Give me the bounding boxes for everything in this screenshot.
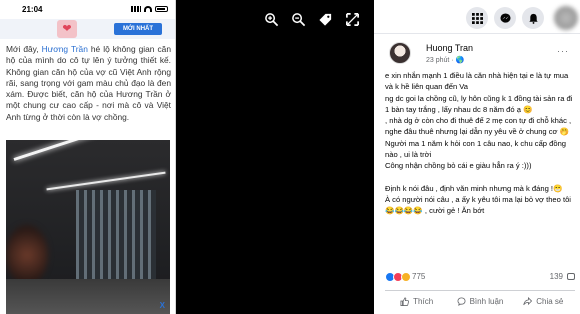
zoom-out-icon[interactable] <box>291 12 306 27</box>
like-label: Thích <box>413 297 434 306</box>
article-part: hé lộ không gian căn hộ của mình do cô t… <box>6 44 171 122</box>
battery-icon <box>155 6 168 12</box>
share-icon <box>523 297 533 306</box>
article-part: Mới đây, <box>6 44 42 54</box>
post-line: Người ma 1 năm k hỏi con 1 câu nao, k ch… <box>385 138 567 160</box>
post-line: Định k nói đâu , định văn minh nhưng mà … <box>385 183 563 193</box>
share-button[interactable]: Chia sẻ <box>512 291 575 312</box>
phone-status-bar: 21:04 <box>0 0 175 18</box>
facebook-topbar <box>374 0 580 34</box>
menu-grid-icon[interactable] <box>466 7 488 29</box>
comment-icon <box>457 297 466 306</box>
post-body: e xin nhắn mạnh 1 điều là căn nhà hiện t… <box>385 70 577 217</box>
post-timestamp[interactable]: 23 phút · 🌎 <box>426 56 464 64</box>
comment-count[interactable]: 139 <box>550 272 563 281</box>
zoom-in-icon[interactable] <box>264 12 279 27</box>
like-button[interactable]: Thích <box>385 291 448 312</box>
phone-screenshot: 21:04 ❤ MỚI NHẤT Mới đây, Hương Trần hé … <box>0 0 176 314</box>
account-avatar[interactable] <box>554 6 578 30</box>
post-actions: Thích Bình luận Chia sẻ <box>385 290 575 312</box>
ad-close-icon[interactable]: X <box>160 301 165 310</box>
haha-reaction-icon <box>401 272 411 282</box>
author-name[interactable]: Huong Tran <box>426 43 473 53</box>
post-line: Công nhận chồng bỏ cái e giàu hẳn ra ý :… <box>385 161 532 171</box>
post-header: Huong Tran 23 phút · 🌎 ··· <box>389 42 579 72</box>
article-link-name[interactable]: Hương Trần <box>42 44 88 54</box>
post-line: À có người nói câu , a ấy k yêu tôi ma l… <box>385 194 571 216</box>
comment-count-icon <box>567 273 575 280</box>
post-line: e xin nhắn mạnh 1 điều là căn nhà hiện t… <box>385 71 569 92</box>
signal-icon <box>131 6 141 12</box>
notifications-bell-icon[interactable] <box>522 7 544 29</box>
reactions-bar: 775 139 <box>385 271 575 285</box>
share-label: Chia sẻ <box>536 297 564 306</box>
viewer-toolbar <box>264 12 360 27</box>
thumbs-up-icon <box>400 297 410 306</box>
tag-icon[interactable] <box>318 12 333 27</box>
more-options-icon[interactable]: ··· <box>557 46 569 56</box>
apartment-photo: X <box>6 140 170 314</box>
reaction-count[interactable]: 775 <box>412 272 425 281</box>
heart-icon: ❤ <box>57 20 77 38</box>
comment-label: Bình luận <box>469 297 504 306</box>
fullscreen-icon[interactable] <box>345 12 360 27</box>
ad-newest-button[interactable]: MỚI NHẤT <box>114 23 162 35</box>
article-text: Mới đây, Hương Trần hé lộ không gian căn… <box>6 44 171 123</box>
reaction-icons[interactable] <box>385 272 411 282</box>
messenger-icon[interactable] <box>494 7 516 29</box>
facebook-post-panel: Huong Tran 23 phút · 🌎 ··· e xin nhắn mạ… <box>374 0 580 314</box>
post-line: ng dc goi la chồng cũ, ly hôn cũng k 1 đ… <box>385 93 573 114</box>
post-line: , nhà dg ở còn cho đi thuê để 2 mẹ con t… <box>385 116 572 137</box>
wifi-icon <box>144 6 152 12</box>
phone-time: 21:04 <box>22 4 43 14</box>
photo-viewer <box>176 0 374 314</box>
author-avatar[interactable] <box>389 42 411 64</box>
comment-button[interactable]: Bình luận <box>448 291 511 312</box>
